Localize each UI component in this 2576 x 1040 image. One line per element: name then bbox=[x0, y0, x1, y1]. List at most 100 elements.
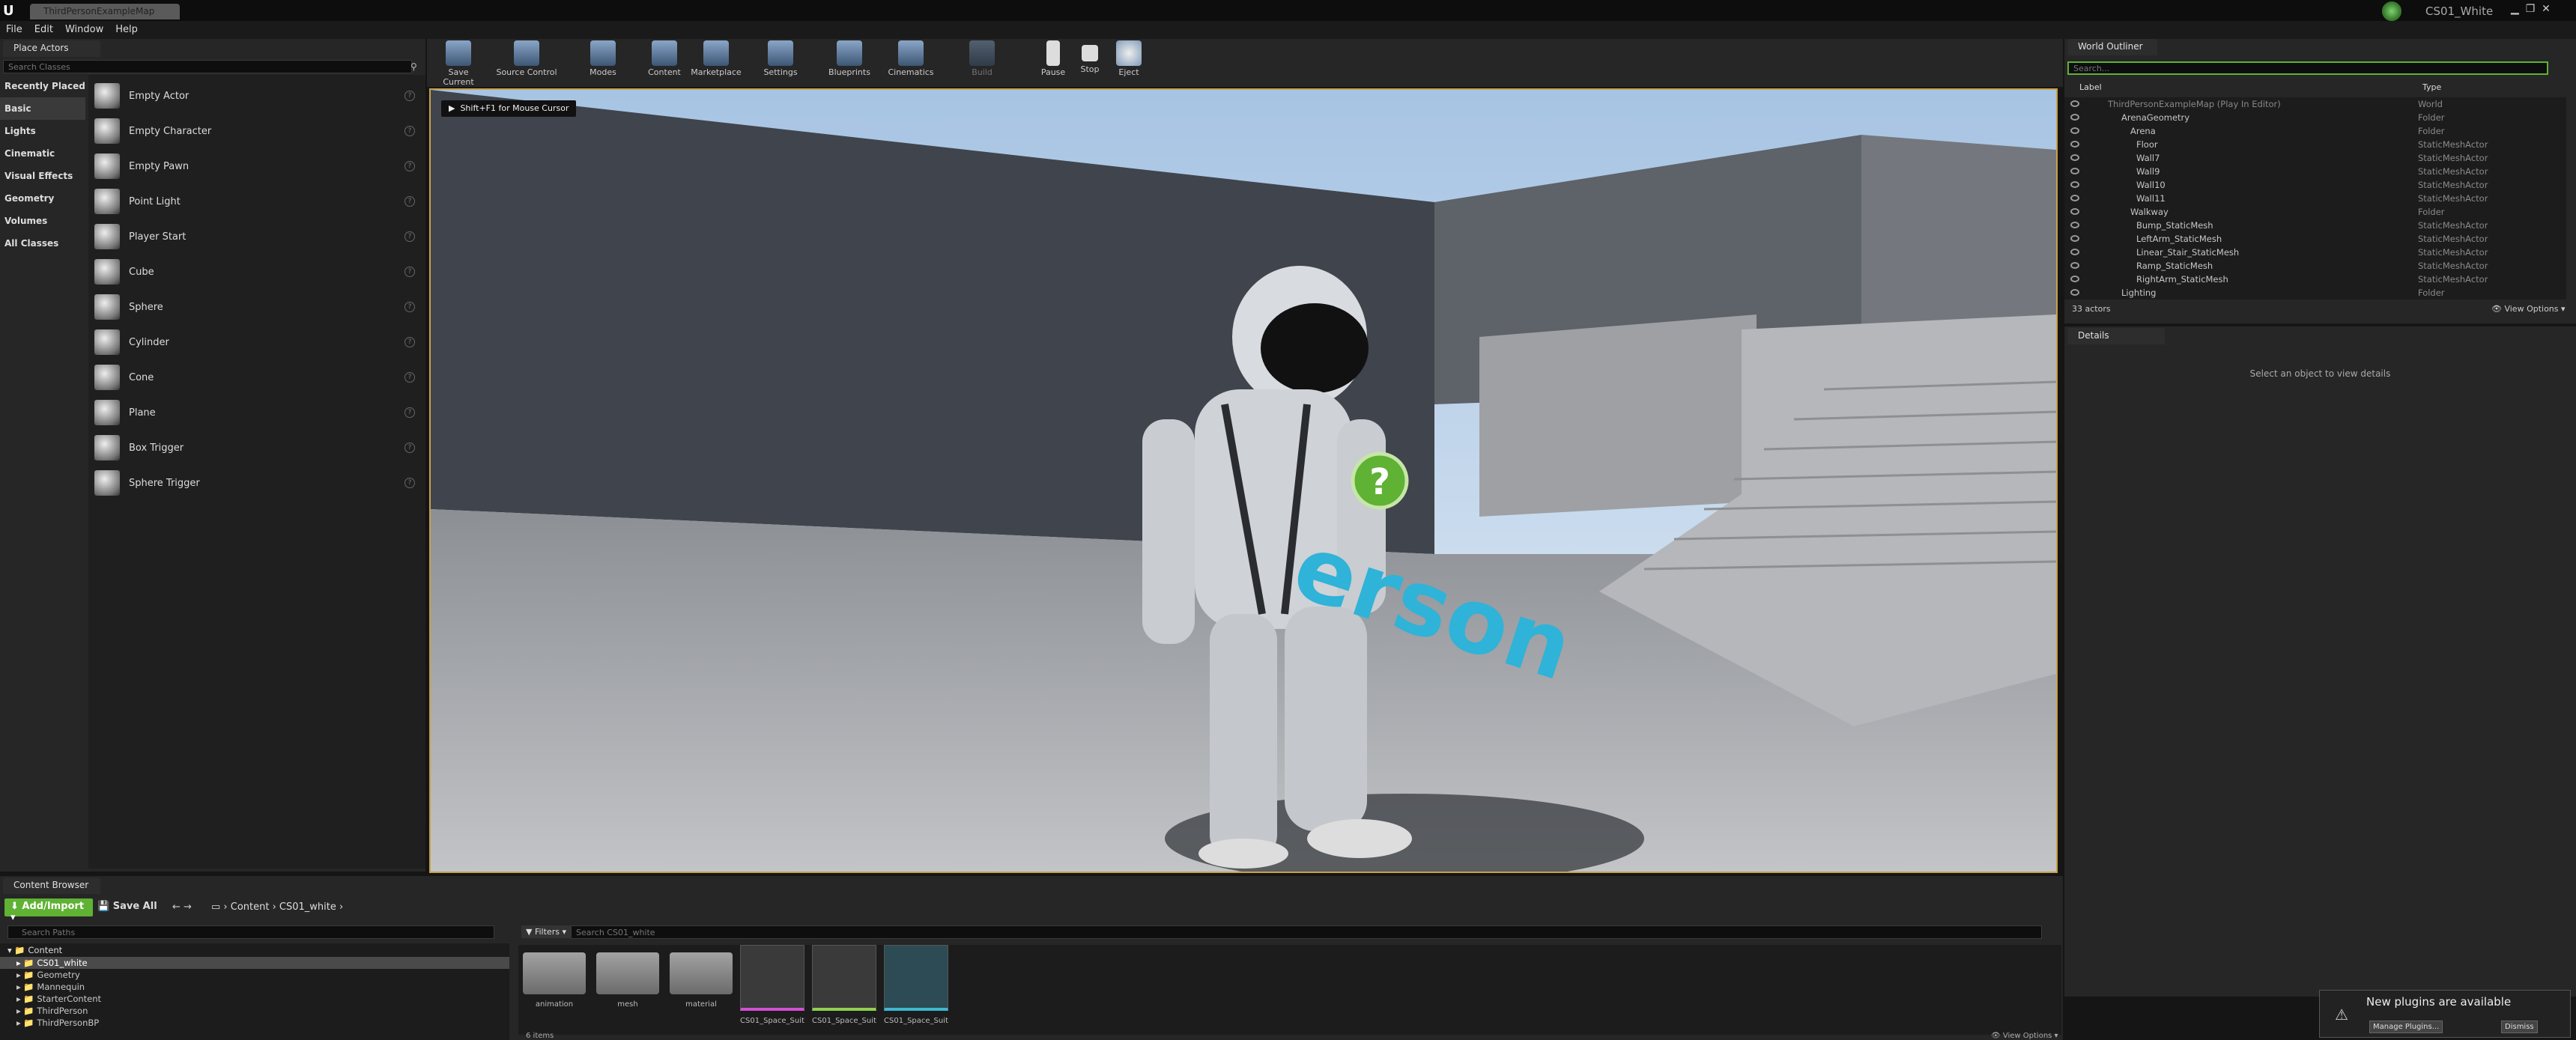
skeleton-tile[interactable] bbox=[884, 945, 948, 1011]
actor-item-player-start[interactable]: Player Start? bbox=[88, 219, 422, 254]
help-icon[interactable]: ? bbox=[404, 196, 415, 207]
details-tab[interactable]: Details bbox=[2067, 328, 2165, 344]
category-all-classes[interactable]: All Classes bbox=[0, 232, 85, 255]
help-icon[interactable]: ? bbox=[404, 91, 415, 101]
help-icon[interactable]: ? bbox=[404, 372, 415, 383]
maximize-icon[interactable]: ❐ bbox=[2526, 3, 2536, 15]
source-control-button[interactable]: Source Control bbox=[493, 37, 560, 84]
settings-button[interactable]: Settings bbox=[758, 37, 803, 84]
menu-edit[interactable]: Edit bbox=[28, 21, 59, 38]
folder-tile[interactable] bbox=[596, 952, 659, 994]
outliner-view-options-button[interactable]: 👁 View Options ▾ bbox=[2491, 304, 2566, 314]
visibility-icon[interactable] bbox=[2070, 235, 2079, 242]
search-paths-input[interactable] bbox=[7, 925, 494, 939]
marketplace-button[interactable]: Marketplace bbox=[688, 37, 745, 84]
crumb-cs01-white[interactable]: CS01_white bbox=[279, 901, 336, 913]
menu-window[interactable]: Window bbox=[59, 21, 109, 38]
actor-item-box-trigger[interactable]: Box Trigger? bbox=[88, 431, 422, 465]
category-recently-placed[interactable]: Recently Placed bbox=[0, 75, 85, 97]
build-button[interactable]: Build bbox=[963, 37, 1001, 84]
visibility-icon[interactable] bbox=[2070, 181, 2079, 188]
folder-tile[interactable] bbox=[523, 952, 586, 994]
category-visual-effects[interactable]: Visual Effects bbox=[0, 165, 85, 187]
actor-item-plane[interactable]: Plane? bbox=[88, 395, 422, 430]
filters-button[interactable]: ▼ Filters ▾ bbox=[521, 925, 571, 938]
forward-icon[interactable]: → bbox=[184, 901, 192, 913]
help-icon[interactable]: ? bbox=[404, 302, 415, 312]
modes-button[interactable]: Modes bbox=[584, 37, 622, 84]
actor-item-point-light[interactable]: Point Light? bbox=[88, 184, 422, 219]
outliner-row[interactable]: Wall11 StaticMeshActor bbox=[2064, 192, 2566, 205]
help-icon[interactable]: ? bbox=[404, 407, 415, 418]
outliner-row[interactable]: Wall9 StaticMeshActor bbox=[2064, 165, 2566, 178]
column-type[interactable]: Type bbox=[2422, 82, 2441, 92]
tree-node-mannequin[interactable]: ▸ 📁 Mannequin bbox=[0, 981, 509, 993]
actor-item-empty-pawn[interactable]: Empty Pawn? bbox=[88, 149, 422, 183]
menu-file[interactable]: File bbox=[0, 21, 28, 38]
content-browser-tab[interactable]: Content Browser bbox=[3, 878, 100, 894]
visibility-icon[interactable] bbox=[2070, 276, 2079, 282]
tree-node-thirdpersonbp[interactable]: ▸ 📁 ThirdPersonBP bbox=[0, 1017, 509, 1029]
pause-button[interactable]: Pause bbox=[1032, 37, 1074, 84]
close-icon[interactable]: ✕ bbox=[2542, 3, 2551, 15]
visibility-icon[interactable] bbox=[2070, 249, 2079, 255]
visibility-icon[interactable] bbox=[2070, 114, 2079, 121]
outliner-row[interactable]: ArenaGeometry Folder bbox=[2064, 111, 2566, 124]
outliner-row[interactable]: Ramp_StaticMesh StaticMeshActor bbox=[2064, 259, 2566, 273]
content-view-options-button[interactable]: 👁 View Options ▾ bbox=[1991, 1032, 2058, 1040]
eject-button[interactable]: Eject bbox=[1110, 37, 1148, 84]
category-basic[interactable]: Basic bbox=[0, 97, 85, 120]
save-all-button[interactable]: 💾 Save All bbox=[97, 901, 157, 912]
help-icon[interactable]: ? bbox=[404, 231, 415, 242]
visibility-icon[interactable] bbox=[2070, 127, 2079, 134]
physics-asset-tile[interactable] bbox=[812, 945, 876, 1011]
visibility-icon[interactable] bbox=[2070, 289, 2079, 296]
help-icon[interactable]: ? bbox=[404, 267, 415, 277]
stop-button[interactable]: Stop bbox=[1071, 37, 1109, 84]
help-icon[interactable]: ? bbox=[404, 161, 415, 171]
content-search-input[interactable] bbox=[571, 925, 2042, 939]
help-icon[interactable]: ? bbox=[404, 443, 415, 453]
outliner-row[interactable]: Arena Folder bbox=[2064, 124, 2566, 138]
cinematics-button[interactable]: Cinematics bbox=[884, 37, 938, 84]
window-controls[interactable]: ▁ ❐ ✕ bbox=[2511, 3, 2551, 15]
add-import-button[interactable]: ⬇ Add/Import ▾ bbox=[4, 898, 93, 923]
content-button[interactable]: Content bbox=[646, 37, 683, 84]
column-label[interactable]: Label bbox=[2079, 82, 2102, 92]
visibility-icon[interactable] bbox=[2070, 262, 2079, 269]
category-geometry[interactable]: Geometry bbox=[0, 187, 85, 210]
blueprints-button[interactable]: Blueprints bbox=[822, 37, 876, 84]
minimize-icon[interactable]: ▁ bbox=[2511, 3, 2519, 15]
tree-node-content[interactable]: ▾ 📁 Content bbox=[0, 943, 509, 957]
history-arrows[interactable]: ← → bbox=[172, 901, 192, 913]
outliner-row[interactable]: Lighting Folder bbox=[2064, 286, 2566, 299]
search-classes-input[interactable] bbox=[3, 60, 412, 73]
outliner-row[interactable]: Wall7 StaticMeshActor bbox=[2064, 151, 2566, 165]
visibility-icon[interactable] bbox=[2070, 141, 2079, 148]
actor-item-sphere[interactable]: Sphere? bbox=[88, 290, 422, 324]
outliner-row[interactable]: Bump_StaticMesh StaticMeshActor bbox=[2064, 219, 2566, 232]
visibility-icon[interactable] bbox=[2070, 154, 2079, 161]
outliner-row[interactable]: Floor StaticMeshActor bbox=[2064, 138, 2566, 151]
actor-item-sphere-trigger[interactable]: Sphere Trigger? bbox=[88, 466, 422, 500]
crumb-content[interactable]: Content bbox=[231, 901, 270, 913]
outliner-row[interactable]: Wall10 StaticMeshActor bbox=[2064, 178, 2566, 192]
visibility-icon[interactable] bbox=[2070, 100, 2079, 107]
outliner-row[interactable]: ThirdPersonExampleMap (Play In Editor) Wo… bbox=[2064, 97, 2566, 111]
outliner-row[interactable]: Linear_Stair_StaticMesh StaticMeshActor bbox=[2064, 246, 2566, 259]
tree-node-geometry[interactable]: ▸ 📁 Geometry bbox=[0, 969, 509, 981]
map-tab[interactable]: ThirdPersonExampleMap bbox=[30, 4, 180, 19]
category-volumes[interactable]: Volumes bbox=[0, 210, 85, 232]
visibility-icon[interactable] bbox=[2070, 222, 2079, 228]
folder-tile[interactable] bbox=[670, 952, 733, 994]
outliner-search-input[interactable] bbox=[2067, 61, 2548, 75]
dismiss-button[interactable]: Dismiss bbox=[2501, 1021, 2538, 1033]
skeletal-mesh-tile[interactable] bbox=[740, 945, 804, 1011]
outliner-row[interactable]: RightArm_StaticMesh StaticMeshActor bbox=[2064, 273, 2566, 286]
help-icon[interactable]: ? bbox=[404, 478, 415, 488]
world-outliner-tab[interactable]: World Outliner bbox=[2067, 39, 2157, 55]
manage-plugins-button[interactable]: Manage Plugins... bbox=[2369, 1021, 2443, 1033]
visibility-icon[interactable] bbox=[2070, 195, 2079, 201]
help-icon[interactable]: ? bbox=[404, 126, 415, 136]
tree-node-cs01-white[interactable]: ▸ 📁 CS01_white bbox=[0, 957, 509, 969]
